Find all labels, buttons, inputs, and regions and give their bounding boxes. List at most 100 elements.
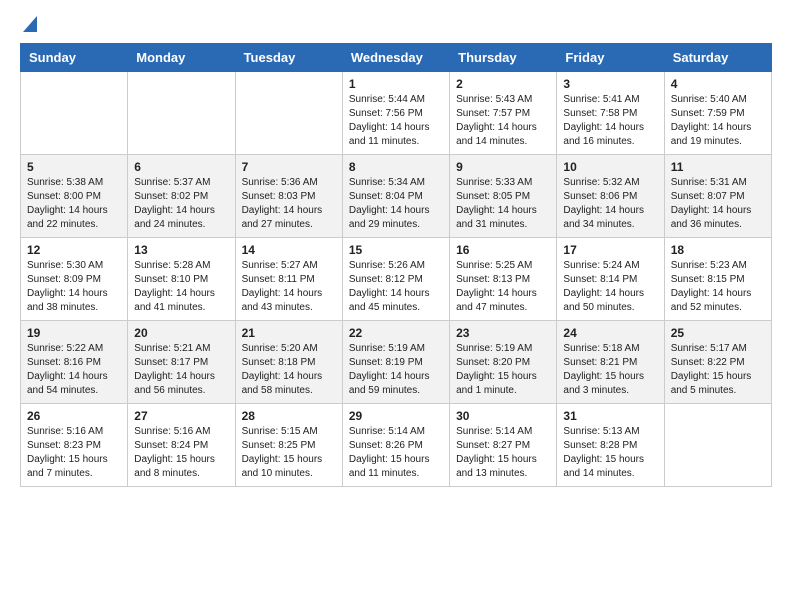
day-number: 28 — [242, 409, 336, 423]
header — [20, 16, 772, 33]
day-info: Sunrise: 5:14 AMSunset: 8:27 PMDaylight:… — [456, 425, 550, 481]
calendar-week-row: 19 Sunrise: 5:22 AMSunset: 8:16 PMDayligh… — [21, 321, 772, 404]
day-number: 20 — [134, 326, 228, 340]
calendar-cell: 13Sunrise: 5:28 AMSunset: 8:10 PMDayligh… — [128, 238, 235, 321]
calendar-cell: 20 Sunrise: 5:21 AMSunset: 8:17 PMDayligh… — [128, 321, 235, 404]
day-number: 24 — [563, 326, 657, 340]
calendar-cell: 5 Sunrise: 5:38 AMSunset: 8:00 PMDaylight… — [21, 155, 128, 238]
day-info: Sunrise: 5:23 AMSunset: 8:15 PMDaylight:… — [671, 259, 765, 315]
calendar-header-wednesday: Wednesday — [342, 44, 449, 72]
calendar-week-row: 5 Sunrise: 5:38 AMSunset: 8:00 PMDaylight… — [21, 155, 772, 238]
day-info: Sunrise: 5:37 AMSunset: 8:02 PMDaylight:… — [134, 176, 228, 232]
day-number: 17 — [563, 243, 657, 257]
day-info: Sunrise: 5:16 AMSunset: 8:23 PMDaylight:… — [27, 425, 121, 481]
day-info: Sunrise: 5:20 AMSunset: 8:18 PMDaylight:… — [242, 342, 336, 398]
day-number: 7 — [242, 160, 336, 174]
day-info: Sunrise: 5:40 AMSunset: 7:59 PMDaylight:… — [671, 93, 765, 149]
calendar-header-monday: Monday — [128, 44, 235, 72]
day-number: 11 — [671, 160, 765, 174]
day-number: 29 — [349, 409, 443, 423]
day-info: Sunrise: 5:15 AMSunset: 8:25 PMDaylight:… — [242, 425, 336, 481]
day-number: 25 — [671, 326, 765, 340]
day-number: 16 — [456, 243, 550, 257]
day-info: Sunrise: 5:16 AMSunset: 8:24 PMDaylight:… — [134, 425, 228, 481]
day-info: Sunrise: 5:24 AMSunset: 8:14 PMDaylight:… — [563, 259, 657, 315]
day-info: Sunrise: 5:17 AMSunset: 8:22 PMDaylight:… — [671, 342, 765, 398]
calendar-header-thursday: Thursday — [450, 44, 557, 72]
calendar-header-saturday: Saturday — [664, 44, 771, 72]
day-number: 2 — [456, 77, 550, 91]
calendar-week-row: 12 Sunrise: 5:30 AMSunset: 8:09 PMDayligh… — [21, 238, 772, 321]
day-number: 21 — [242, 326, 336, 340]
day-info: Sunrise: 5:27 AMSunset: 8:11 PMDaylight:… — [242, 259, 336, 315]
day-number: 12 — [27, 243, 121, 257]
day-info: Sunrise: 5:38 AMSunset: 8:00 PMDaylight:… — [27, 176, 121, 232]
calendar-cell: 19 Sunrise: 5:22 AMSunset: 8:16 PMDayligh… — [21, 321, 128, 404]
day-info: Sunrise: 5:25 AMSunset: 8:13 PMDaylight:… — [456, 259, 550, 315]
calendar-cell: 12 Sunrise: 5:30 AMSunset: 8:09 PMDayligh… — [21, 238, 128, 321]
calendar-cell: 23 Sunrise: 5:19 AMSunset: 8:20 PMDayligh… — [450, 321, 557, 404]
day-info: Sunrise: 5:18 AMSunset: 8:21 PMDaylight:… — [563, 342, 657, 398]
calendar-cell — [21, 72, 128, 155]
calendar-cell — [664, 404, 771, 487]
day-number: 4 — [671, 77, 765, 91]
day-number: 23 — [456, 326, 550, 340]
day-number: 15 — [349, 243, 443, 257]
calendar-header-row: SundayMondayTuesdayWednesdayThursdayFrid… — [21, 44, 772, 72]
day-number: 22 — [349, 326, 443, 340]
day-number: 10 — [563, 160, 657, 174]
day-number: 5 — [27, 160, 121, 174]
day-info: Sunrise: 5:44 AMSunset: 7:56 PMDaylight:… — [349, 93, 443, 149]
calendar-cell: 2 Sunrise: 5:43 AMSunset: 7:57 PMDaylight… — [450, 72, 557, 155]
calendar-cell: 22Sunrise: 5:19 AMSunset: 8:19 PMDayligh… — [342, 321, 449, 404]
day-info: Sunrise: 5:43 AMSunset: 7:57 PMDaylight:… — [456, 93, 550, 149]
calendar-cell: 29 Sunrise: 5:14 AMSunset: 8:26 PMDayligh… — [342, 404, 449, 487]
day-info: Sunrise: 5:14 AMSunset: 8:26 PMDaylight:… — [349, 425, 443, 481]
calendar-header-sunday: Sunday — [21, 44, 128, 72]
calendar-cell: 18 Sunrise: 5:23 AMSunset: 8:15 PMDayligh… — [664, 238, 771, 321]
calendar-cell: 7Sunrise: 5:36 AMSunset: 8:03 PMDaylight… — [235, 155, 342, 238]
day-number: 31 — [563, 409, 657, 423]
calendar-cell: 14Sunrise: 5:27 AMSunset: 8:11 PMDayligh… — [235, 238, 342, 321]
day-number: 27 — [134, 409, 228, 423]
day-info: Sunrise: 5:31 AMSunset: 8:07 PMDaylight:… — [671, 176, 765, 232]
calendar-cell: 25 Sunrise: 5:17 AMSunset: 8:22 PMDayligh… — [664, 321, 771, 404]
day-info: Sunrise: 5:34 AMSunset: 8:04 PMDaylight:… — [349, 176, 443, 232]
calendar-cell: 16 Sunrise: 5:25 AMSunset: 8:13 PMDayligh… — [450, 238, 557, 321]
day-info: Sunrise: 5:21 AMSunset: 8:17 PMDaylight:… — [134, 342, 228, 398]
day-number: 19 — [27, 326, 121, 340]
day-info: Sunrise: 5:28 AMSunset: 8:10 PMDaylight:… — [134, 259, 228, 315]
calendar-cell: 8Sunrise: 5:34 AMSunset: 8:04 PMDaylight… — [342, 155, 449, 238]
calendar-week-row: 26 Sunrise: 5:16 AMSunset: 8:23 PMDayligh… — [21, 404, 772, 487]
calendar-cell: 3 Sunrise: 5:41 AMSunset: 7:58 PMDaylight… — [557, 72, 664, 155]
calendar-cell: 9Sunrise: 5:33 AMSunset: 8:05 PMDaylight… — [450, 155, 557, 238]
calendar-week-row: 1 Sunrise: 5:44 AMSunset: 7:56 PMDaylight… — [21, 72, 772, 155]
day-info: Sunrise: 5:26 AMSunset: 8:12 PMDaylight:… — [349, 259, 443, 315]
calendar: SundayMondayTuesdayWednesdayThursdayFrid… — [20, 43, 772, 487]
day-info: Sunrise: 5:32 AMSunset: 8:06 PMDaylight:… — [563, 176, 657, 232]
calendar-cell — [128, 72, 235, 155]
calendar-cell: 27 Sunrise: 5:16 AMSunset: 8:24 PMDayligh… — [128, 404, 235, 487]
calendar-cell: 4 Sunrise: 5:40 AMSunset: 7:59 PMDaylight… — [664, 72, 771, 155]
day-info: Sunrise: 5:19 AMSunset: 8:20 PMDaylight:… — [456, 342, 550, 398]
day-number: 1 — [349, 77, 443, 91]
calendar-cell: 11 Sunrise: 5:31 AMSunset: 8:07 PMDayligh… — [664, 155, 771, 238]
logo-triangle-icon — [23, 16, 37, 32]
page: SundayMondayTuesdayWednesdayThursdayFrid… — [0, 0, 792, 503]
day-number: 26 — [27, 409, 121, 423]
calendar-header-tuesday: Tuesday — [235, 44, 342, 72]
day-number: 30 — [456, 409, 550, 423]
calendar-cell — [235, 72, 342, 155]
day-info: Sunrise: 5:41 AMSunset: 7:58 PMDaylight:… — [563, 93, 657, 149]
calendar-header-friday: Friday — [557, 44, 664, 72]
calendar-cell: 1 Sunrise: 5:44 AMSunset: 7:56 PMDaylight… — [342, 72, 449, 155]
day-number: 3 — [563, 77, 657, 91]
day-info: Sunrise: 5:22 AMSunset: 8:16 PMDaylight:… — [27, 342, 121, 398]
calendar-cell: 15 Sunrise: 5:26 AMSunset: 8:12 PMDayligh… — [342, 238, 449, 321]
calendar-cell: 21 Sunrise: 5:20 AMSunset: 8:18 PMDayligh… — [235, 321, 342, 404]
day-number: 18 — [671, 243, 765, 257]
calendar-cell: 26 Sunrise: 5:16 AMSunset: 8:23 PMDayligh… — [21, 404, 128, 487]
day-info: Sunrise: 5:30 AMSunset: 8:09 PMDaylight:… — [27, 259, 121, 315]
calendar-cell: 24 Sunrise: 5:18 AMSunset: 8:21 PMDayligh… — [557, 321, 664, 404]
day-number: 6 — [134, 160, 228, 174]
